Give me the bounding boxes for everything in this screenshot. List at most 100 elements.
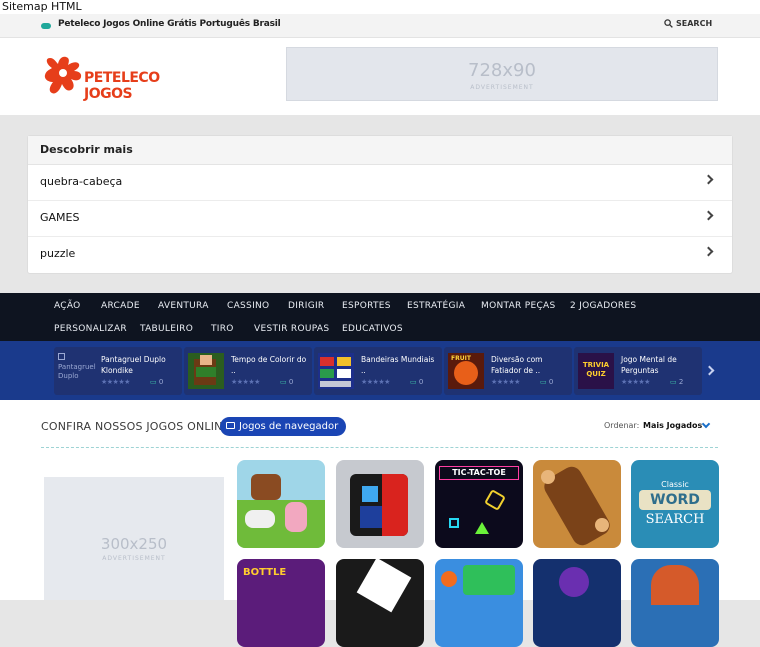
sort-label: Ordenar: xyxy=(604,421,640,430)
chevron-down-icon[interactable] xyxy=(701,419,711,429)
featured-game-title: Jogo Mental de Perguntas xyxy=(621,355,677,375)
category-nav: AÇÃO ARCADE AVENTURA CASSINO DIRIGIR ESP… xyxy=(0,293,760,341)
game-thumbnail xyxy=(318,353,354,389)
search-label: SEARCH xyxy=(676,19,713,28)
play-count: ▭ 0 xyxy=(280,378,293,386)
rating-stars: ★★★★★ xyxy=(491,378,520,386)
main-content: CONFIRA NOSSOS JOGOS ONLINE Jogos de nav… xyxy=(0,400,760,647)
nav-item-aventura[interactable]: AVENTURA xyxy=(158,301,209,311)
ad-label: ADVERTISEMENT xyxy=(102,555,166,562)
featured-game-card[interactable]: TRIVIA QUIZ Jogo Mental de Perguntas ★★★… xyxy=(574,347,702,395)
play-count: ▭ 0 xyxy=(150,378,163,386)
discover-item[interactable]: GAMES xyxy=(28,201,732,237)
featured-game-title: Diversão com Fatiador de .. xyxy=(491,355,543,375)
play-count: ▭ 0 xyxy=(410,378,423,386)
sort-dropdown[interactable]: Mais Jogados xyxy=(643,421,702,430)
rating-stars: ★★★★★ xyxy=(621,378,650,386)
tile-title: BOTTLE xyxy=(243,567,287,578)
gamepad-icon xyxy=(41,23,51,29)
carousel-next-button[interactable] xyxy=(704,365,715,376)
browser-games-badge[interactable]: Jogos de navegador xyxy=(220,417,347,436)
play-count-value: 0 xyxy=(548,378,554,386)
rating-stars: ★★★★★ xyxy=(101,378,130,386)
nav-item-tiro[interactable]: TIRO xyxy=(211,324,234,334)
play-count-value: 0 xyxy=(158,378,164,386)
nav-item-2-jogadores[interactable]: 2 JOGADORES xyxy=(570,301,636,311)
nav-item-educativos[interactable]: EDUCATIVOS xyxy=(342,324,403,334)
ad-size-label: 728x90 xyxy=(468,60,536,81)
nav-item-esportes[interactable]: ESPORTES xyxy=(342,301,391,311)
nav-item-montar-pecas[interactable]: MONTAR PEÇAS xyxy=(481,301,556,311)
nav-item-arcade[interactable]: ARCADE xyxy=(101,301,140,311)
game-tile[interactable] xyxy=(435,559,523,647)
discover-more-panel: Descobrir mais quebra-cabeça GAMES puzzl… xyxy=(27,135,733,274)
top-bar: Peteleco Jogos Online Grátis Português B… xyxy=(0,14,760,38)
thumbnail-title: TRIVIA QUIZ xyxy=(582,361,610,378)
featured-game-title: Tempo de Colorir do .. xyxy=(231,355,307,375)
discover-item[interactable]: quebra-cabeça xyxy=(28,165,732,201)
featured-games-strip: Pantagruel Duplo Pantagruel Duplo Klondi… xyxy=(0,341,760,400)
gamepad-icon: ▭ xyxy=(410,378,419,386)
game-tile[interactable] xyxy=(336,460,424,548)
game-tile[interactable] xyxy=(631,559,719,647)
site-title[interactable]: Peteleco Jogos Online Grátis Português B… xyxy=(58,19,281,29)
featured-game-title: Pantagruel Duplo Klondike xyxy=(101,355,166,375)
play-count-value: 0 xyxy=(418,378,424,386)
site-header: PETELECO JOGOS 728x90 ADVERTISEMENT xyxy=(0,38,760,115)
game-thumbnail xyxy=(188,353,224,389)
featured-game-card[interactable]: FRUIT Diversão com Fatiador de .. ★★★★★ … xyxy=(444,347,572,395)
badge-label: Jogos de navegador xyxy=(239,421,339,432)
section-divider xyxy=(41,447,718,448)
nav-item-estrategia[interactable]: ESTRATÉGIA xyxy=(407,301,465,311)
featured-game-card[interactable]: Bandeiras Mundiais .. ★★★★★ ▭ 0 xyxy=(314,347,442,395)
advertisement-banner[interactable]: 728x90 ADVERTISEMENT xyxy=(286,47,718,101)
gamepad-icon: ▭ xyxy=(280,378,289,386)
nav-item-personalizar[interactable]: PERSONALIZAR xyxy=(54,324,127,334)
discover-item[interactable]: puzzle xyxy=(28,237,732,273)
featured-game-card[interactable]: Tempo de Colorir do .. ★★★★★ ▭ 0 xyxy=(184,347,312,395)
logo-text: PETELECO JOGOS xyxy=(84,70,160,102)
advertisement-box[interactable]: 300x250 ADVERTISEMENT xyxy=(44,477,224,600)
game-tile[interactable] xyxy=(533,559,621,647)
sitemap-link[interactable]: Sitemap HTML xyxy=(0,0,760,14)
play-count-value: 2 xyxy=(678,378,684,386)
play-count: ▭ 0 xyxy=(540,378,553,386)
game-tile[interactable]: Classic WORD SEARCH xyxy=(631,460,719,548)
tile-title-2: SEARCH xyxy=(645,512,705,527)
discover-item-label: puzzle xyxy=(40,247,76,260)
nav-item-acao[interactable]: AÇÃO xyxy=(54,301,81,311)
gamepad-icon: ▭ xyxy=(150,378,159,386)
game-tile[interactable]: TIC-TAC-TOE xyxy=(435,460,523,548)
nav-item-tabuleiro[interactable]: TABULEIRO xyxy=(140,324,193,334)
game-thumbnail: Pantagruel Duplo xyxy=(58,353,96,389)
rating-stars: ★★★★★ xyxy=(231,378,260,386)
tile-title: TIC-TAC-TOE xyxy=(439,466,519,480)
discover-item-label: GAMES xyxy=(40,211,80,224)
browser-icon xyxy=(226,422,235,429)
game-thumbnail: TRIVIA QUIZ xyxy=(578,353,614,389)
featured-game-card[interactable]: Pantagruel Duplo Pantagruel Duplo Klondi… xyxy=(54,347,182,395)
game-tile[interactable] xyxy=(237,460,325,548)
nav-item-cassino[interactable]: CASSINO xyxy=(227,301,269,311)
chevron-right-icon xyxy=(703,210,714,221)
game-tile[interactable] xyxy=(533,460,621,548)
nav-item-dirigir[interactable]: DIRIGIR xyxy=(288,301,324,311)
rating-stars: ★★★★★ xyxy=(361,378,390,386)
play-count-value: 0 xyxy=(288,378,294,386)
nav-item-vestir-roupas[interactable]: VESTIR ROUPAS xyxy=(254,324,329,334)
tile-subtitle: Classic xyxy=(661,480,689,489)
game-thumbnail: FRUIT xyxy=(448,353,484,389)
search-button[interactable]: SEARCH xyxy=(664,19,712,28)
tile-title: WORD xyxy=(639,490,711,510)
chevron-right-icon xyxy=(703,246,714,257)
discover-title: Descobrir mais xyxy=(28,136,732,165)
site-logo[interactable]: PETELECO JOGOS xyxy=(44,54,194,102)
gamepad-icon: ▭ xyxy=(540,378,549,386)
search-icon xyxy=(664,19,673,28)
game-tile[interactable]: BOTTLE xyxy=(237,559,325,647)
ad-size-label: 300x250 xyxy=(100,535,168,553)
play-count: ▭ 2 xyxy=(670,378,683,386)
thumbnail-alt-text: Pantagruel Duplo xyxy=(58,363,96,380)
game-tile[interactable] xyxy=(336,559,424,647)
thumbnail-title: FRUIT xyxy=(451,355,471,362)
